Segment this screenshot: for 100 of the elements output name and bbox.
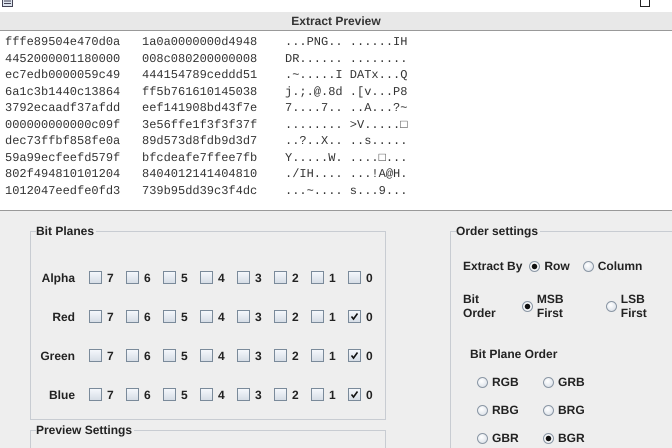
checkbox[interactable] — [200, 310, 213, 323]
checkbox-label: 0 — [366, 388, 373, 402]
checkbox[interactable] — [348, 271, 361, 284]
checkbox[interactable] — [89, 310, 102, 323]
checkbox-label: 4 — [218, 310, 225, 324]
checkbox-label: 6 — [144, 388, 151, 402]
checkbox-label: 1 — [329, 348, 336, 362]
checkbox[interactable] — [348, 388, 361, 401]
checkbox[interactable] — [311, 310, 324, 323]
radio-button[interactable] — [543, 432, 554, 444]
hex-text: 89d573d8fdb9d3d7 — [142, 134, 258, 148]
radio-button[interactable] — [582, 260, 594, 272]
channel-label: Blue — [48, 388, 75, 402]
checkbox-label: 3 — [255, 388, 262, 402]
checkbox[interactable] — [274, 310, 287, 323]
checkbox[interactable] — [274, 349, 287, 362]
checkbox[interactable] — [200, 388, 213, 401]
checkbox-label: 0 — [366, 270, 373, 284]
radio-button[interactable] — [606, 300, 617, 312]
radio-label: MSB First — [536, 292, 565, 320]
radio-button[interactable] — [477, 432, 488, 444]
hex-text: 8404012141404810 — [142, 167, 258, 182]
checkbox-label: 0 — [366, 348, 373, 362]
radio-button[interactable] — [543, 376, 554, 388]
checkbox-label: 7 — [107, 310, 114, 324]
section-label: Bit Plane Order — [470, 347, 558, 361]
ascii-text: Y.....W. ....□... — [285, 150, 408, 165]
checkbox-label: 4 — [218, 388, 225, 402]
radio-button[interactable] — [477, 376, 488, 388]
ascii-text: j.;.@.8d .[v...P8 — [285, 84, 408, 99]
ascii-text: DR...... ........ — [285, 52, 408, 66]
channel-label: Alpha — [40, 270, 75, 284]
checkbox-label: 5 — [181, 348, 188, 362]
hex-text: 1a0a0000000d4948 — [142, 35, 258, 50]
checkbox[interactable] — [274, 388, 287, 401]
checkbox[interactable] — [163, 271, 176, 284]
checkbox[interactable] — [237, 310, 250, 323]
ascii-text: .~.....I DATx...Q — [285, 68, 408, 82]
checkbox-label: 7 — [107, 270, 114, 284]
checkbox[interactable] — [348, 310, 361, 323]
checkbox-label: 5 — [181, 310, 188, 324]
radio-label: LSB First — [620, 292, 648, 320]
checkbox-label: 2 — [292, 270, 299, 284]
checkbox[interactable] — [200, 349, 213, 362]
checkbox[interactable] — [126, 349, 139, 362]
ascii-text: ...~.... s...9... — [285, 184, 408, 198]
radio-button[interactable] — [522, 300, 533, 312]
hex-text: 4452000001180000 — [5, 52, 122, 66]
radio-label: RGB — [492, 375, 519, 389]
ascii-text: 7....7.. ..A...?~ — [285, 101, 408, 116]
checkbox[interactable] — [348, 349, 361, 362]
channel-label: Red — [51, 310, 75, 324]
checkbox-label: 4 — [218, 270, 225, 284]
checkbox-label: 0 — [366, 310, 373, 324]
checkbox-label: 6 — [144, 310, 151, 324]
checkbox[interactable] — [126, 271, 139, 284]
checkbox-label: 1 — [329, 270, 336, 284]
checkbox[interactable] — [89, 271, 102, 284]
group-title: Bit Planes — [36, 224, 96, 238]
checkbox-label: 5 — [181, 388, 188, 402]
checkbox[interactable] — [89, 388, 102, 401]
checkbox-label: 7 — [107, 388, 114, 402]
hex-text: 1012047eedfe0fd3 — [5, 184, 122, 198]
checkbox[interactable] — [163, 349, 176, 362]
checkbox-label: 6 — [144, 270, 151, 284]
hex-text: dec73ffbf858fe0a — [5, 134, 122, 148]
maximize-icon[interactable] — [640, 0, 650, 7]
checkbox[interactable] — [89, 349, 102, 362]
checkbox[interactable] — [126, 310, 139, 323]
radio-label: BRG — [558, 403, 585, 417]
checkbox[interactable] — [163, 310, 176, 323]
hex-text: ff5b761610145038 — [142, 84, 258, 99]
hex-text: 000000000000c09f — [5, 118, 122, 132]
hex-text: eef141908bd43f7e — [142, 101, 258, 116]
field-label: Extract By — [463, 259, 522, 273]
hex-text: 3792ecaadf37afdd — [5, 101, 122, 116]
checkbox[interactable] — [237, 349, 250, 362]
hex-text: ec7edb0000059c49 — [5, 68, 122, 82]
checkbox[interactable] — [311, 271, 324, 284]
checkbox[interactable] — [126, 388, 139, 401]
radio-button[interactable] — [543, 404, 554, 416]
hex-text: fffe89504e470d0a — [5, 35, 122, 50]
radio-button[interactable] — [529, 260, 540, 272]
checkbox-label: 2 — [292, 388, 299, 402]
checkbox-label: 3 — [255, 270, 262, 284]
radio-label: RBG — [492, 403, 519, 417]
radio-button[interactable] — [477, 404, 488, 416]
checkbox[interactable] — [311, 349, 324, 362]
checkbox-label: 4 — [218, 348, 225, 362]
hex-text: 59a99ecfeefd579f — [5, 150, 122, 165]
radio-label: Column — [598, 259, 642, 273]
checkbox[interactable] — [311, 388, 324, 401]
hex-text: 008c080200000008 — [142, 52, 258, 66]
checkbox[interactable] — [163, 388, 176, 401]
checkbox[interactable] — [237, 271, 250, 284]
checkbox[interactable] — [200, 271, 213, 284]
panel-title: Extract Preview — [291, 14, 381, 28]
radio-label: GBR — [492, 431, 519, 445]
checkbox[interactable] — [274, 271, 287, 284]
checkbox[interactable] — [237, 388, 250, 401]
